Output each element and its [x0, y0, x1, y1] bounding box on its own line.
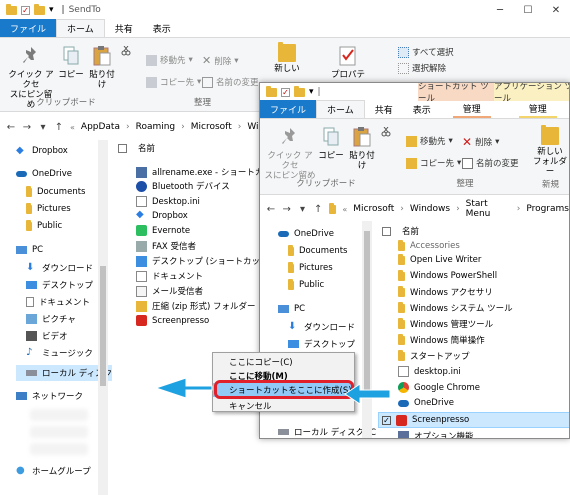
left-arrow-icon [154, 377, 213, 399]
right-arrow-icon [344, 383, 391, 405]
annotation-arrows [154, 377, 391, 405]
